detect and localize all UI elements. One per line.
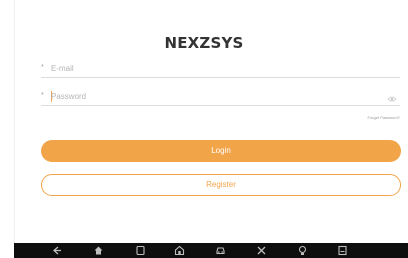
login-button[interactable]: Login: [41, 140, 401, 162]
car-icon[interactable]: [215, 245, 226, 256]
app-title: NEXZSYS: [164, 34, 244, 52]
eye-icon[interactable]: [387, 91, 397, 102]
email-input[interactable]: [51, 61, 371, 76]
forget-password-link[interactable]: Forget Password?: [368, 115, 400, 120]
email-required-mark: *: [41, 64, 44, 71]
password-required-mark: *: [41, 92, 44, 99]
back-icon[interactable]: [52, 245, 63, 256]
email-field[interactable]: *: [41, 61, 400, 78]
screenshot-icon[interactable]: [337, 245, 348, 256]
bulb-icon[interactable]: [297, 245, 308, 256]
house-icon[interactable]: [174, 245, 185, 256]
password-field[interactable]: *: [41, 89, 400, 106]
recent-apps-icon[interactable]: [135, 245, 146, 256]
register-button[interactable]: Register: [41, 174, 401, 196]
system-nav-bar: [14, 243, 408, 258]
password-input[interactable]: [51, 89, 371, 104]
home-icon[interactable]: [93, 245, 104, 256]
tools-icon[interactable]: [256, 245, 267, 256]
